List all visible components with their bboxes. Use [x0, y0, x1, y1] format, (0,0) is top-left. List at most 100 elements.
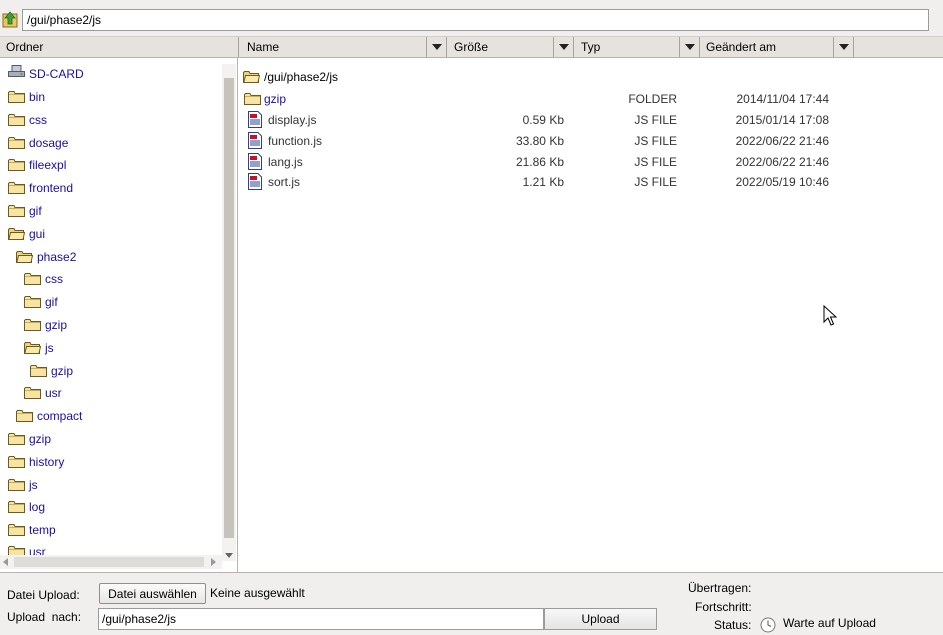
sort-size-icon[interactable]: [554, 37, 574, 57]
folder-icon: [244, 93, 261, 105]
file-name[interactable]: gzip: [264, 89, 286, 109]
progress-label: Fortschritt:: [695, 600, 752, 614]
file-type: JS FILE: [634, 155, 677, 169]
upload-target-input[interactable]: [98, 608, 544, 630]
scroll-down-icon[interactable]: [225, 553, 233, 558]
folder-icon: [24, 387, 41, 399]
sort-type-icon[interactable]: [680, 37, 700, 57]
file-type: FOLDER: [628, 92, 677, 106]
tree-scroll-thumb[interactable]: [224, 78, 234, 538]
folder-tree: SD-CARD bin css dosage fileexpl frontend gif gu…: [0, 58, 238, 572]
js-file-icon: [248, 132, 262, 149]
tree-item-label: gui: [29, 227, 46, 241]
folder-icon: [8, 182, 25, 194]
tree-header: Ordner: [0, 37, 239, 57]
tree-horizontal-scrollbar[interactable]: [0, 555, 222, 569]
tree-item-label: log: [29, 500, 46, 514]
scroll-right-icon[interactable]: [211, 558, 216, 566]
file-list: /gui/phase2/js gzip FOLDER 2014/11/04 17:4…: [239, 58, 943, 572]
folder-icon: [24, 273, 41, 285]
current-folder-path: /gui/phase2/js: [264, 70, 339, 84]
tree-item-label: gzip: [51, 364, 74, 378]
file-row[interactable]: gzip FOLDER 2014/11/04 17:44: [239, 89, 943, 109]
folder-icon: [8, 159, 25, 171]
tree-item-label: compact: [37, 409, 83, 423]
choose-file-button[interactable]: Datei auswählen: [99, 583, 206, 604]
folder-icon: [8, 433, 25, 445]
file-name[interactable]: display.js: [268, 110, 316, 130]
status-text: Warte auf Upload: [783, 616, 876, 630]
file-size: 21.86 Kb: [515, 155, 564, 169]
upload-panel: Datei Upload: Datei auswählen Keine ausg…: [0, 572, 943, 635]
file-size: 1.21 Kb: [522, 175, 564, 189]
tree-item-label: SD-CARD: [29, 67, 84, 81]
file-modified: 2022/06/22 21:46: [735, 134, 829, 148]
tree-item-label: dosage: [29, 136, 69, 150]
file-row[interactable]: function.js 33.80 Kb JS FILE 2022/06/22 21:…: [239, 131, 943, 151]
folder-icon: [8, 114, 25, 126]
file-name[interactable]: lang.js: [268, 152, 303, 172]
tree-item-label: frontend: [29, 181, 74, 195]
upload-button[interactable]: Upload: [544, 608, 657, 630]
file-type: JS FILE: [634, 134, 677, 148]
column-header-bar: Ordner Name Größe Typ Geändert am: [0, 37, 943, 58]
folder-icon: [24, 296, 41, 308]
tree-item-label: history: [29, 455, 65, 469]
tree-item-label: gif: [29, 204, 42, 218]
folder-icon: [24, 319, 41, 331]
sort-modified-icon[interactable]: [834, 37, 854, 57]
js-file-icon: [248, 173, 262, 190]
no-file-text: Keine ausgewählt: [210, 586, 305, 600]
status-label: Status:: [714, 618, 752, 632]
tree-hscroll-thumb[interactable]: [14, 557, 204, 567]
file-row[interactable]: lang.js 21.86 Kb JS FILE 2022/06/22 21:46: [239, 152, 943, 172]
file-size: 33.80 Kb: [515, 134, 564, 148]
upload-target-label: Upload nach:: [7, 610, 82, 624]
tree-vertical-scrollbar[interactable]: [222, 64, 236, 561]
js-file-icon: [248, 153, 262, 170]
file-name[interactable]: function.js: [268, 131, 322, 151]
file-modified: 2015/01/14 17:08: [735, 113, 829, 127]
folder-icon: [8, 91, 25, 103]
transferred-label: Übertragen:: [688, 581, 752, 595]
folder-open-icon: [243, 71, 260, 83]
path-toolbar: [0, 0, 943, 37]
folder-icon: [8, 479, 25, 491]
folder-icon: [30, 365, 47, 377]
tree-item-label: gzip: [29, 432, 52, 446]
folder-icon: [8, 456, 25, 468]
drive-icon: [8, 65, 25, 77]
folder-icon: [8, 501, 25, 513]
current-folder-row: /gui/phase2/js: [239, 67, 943, 87]
file-name[interactable]: sort.js: [268, 172, 300, 192]
file-type: JS FILE: [634, 175, 677, 189]
file-size: 0.59 Kb: [522, 113, 564, 127]
folder-up-icon[interactable]: [2, 10, 18, 28]
folder-icon: [8, 524, 25, 536]
tree-item-label: js: [29, 478, 38, 492]
mouse-cursor-icon: [823, 305, 837, 326]
js-file-icon: [248, 111, 262, 128]
column-size-header[interactable]: Größe: [448, 37, 554, 57]
column-type-header[interactable]: Typ: [575, 37, 680, 57]
tree-item-label: temp: [29, 523, 56, 537]
folder-icon: [16, 410, 33, 422]
tree-item-label: css: [29, 113, 47, 127]
scroll-left-icon[interactable]: [3, 558, 8, 566]
tree-item-label: bin: [29, 90, 46, 104]
sort-name-icon[interactable]: [427, 37, 447, 57]
column-name-header[interactable]: Name: [241, 37, 427, 57]
file-modified: 2022/06/22 21:46: [735, 155, 829, 169]
tree-item-label: gzip: [45, 318, 68, 332]
file-upload-label: Datei Upload:: [7, 588, 80, 602]
column-modified-header[interactable]: Geändert am: [700, 37, 834, 57]
path-input[interactable]: [22, 9, 929, 31]
tree-item-label: css: [45, 272, 63, 286]
file-row[interactable]: display.js 0.59 Kb JS FILE 2015/01/14 17:08: [239, 110, 943, 130]
tree-item-label: fileexpl: [29, 158, 67, 172]
tree-item-label: usr: [45, 386, 62, 400]
file-modified: 2014/11/04 17:44: [736, 92, 829, 106]
clock-icon: [760, 617, 776, 633]
file-row[interactable]: sort.js 1.21 Kb JS FILE 2022/05/19 10:46: [239, 172, 943, 192]
file-type: JS FILE: [634, 113, 677, 127]
